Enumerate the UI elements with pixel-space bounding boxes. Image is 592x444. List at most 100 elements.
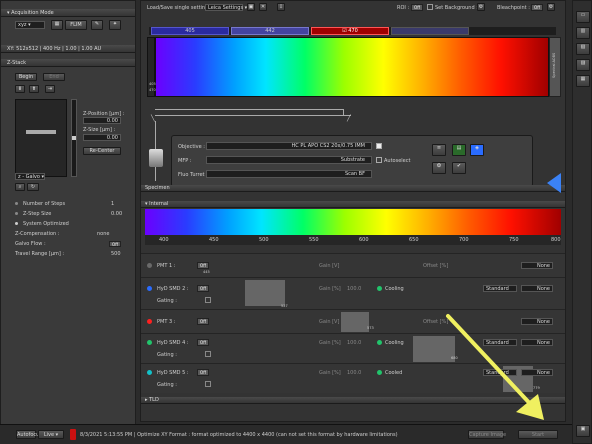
detector-indicator: [147, 319, 152, 324]
tick-650: 650: [409, 237, 419, 243]
tool-icon-3[interactable]: ▧: [576, 43, 590, 55]
acquisition-mode-header[interactable]: ▾ Acquisition Mode: [1, 9, 135, 17]
capture-image-button[interactable]: Capture Image: [468, 430, 506, 439]
z-slider-handle[interactable]: [72, 136, 76, 140]
detector-toggle[interactable]: Off: [197, 369, 209, 376]
detector-name: PMT 1 :: [157, 263, 176, 269]
star-icon[interactable]: ✦: [109, 20, 121, 30]
bleach-settings-icon[interactable]: ⚙: [547, 3, 555, 11]
save-icon[interactable]: ▣: [247, 3, 255, 11]
cooling-status-icon: [377, 340, 382, 345]
radio-steps[interactable]: [15, 202, 18, 205]
detector-row-hyd2: HyD SMD 2 : Off Gating : Gain [%] 100.0 …: [141, 277, 565, 309]
zstack-header[interactable]: Z-Stack: [1, 59, 135, 67]
z-step-value[interactable]: 0.00: [111, 211, 122, 217]
delete-icon[interactable]: ✕: [259, 3, 267, 11]
tool-icon-1[interactable]: ▭: [576, 11, 590, 23]
gating-checkbox[interactable]: [205, 381, 211, 387]
detector-range-bar[interactable]: [245, 280, 285, 306]
laser-box-1[interactable]: 405: [151, 27, 229, 35]
refresh-icon[interactable]: ↻: [27, 183, 39, 191]
objective-checkbox[interactable]: [376, 143, 382, 149]
begin-button[interactable]: Begin: [15, 73, 37, 81]
transmitted-light-icon[interactable]: ≡: [432, 144, 446, 156]
search-icon[interactable]: ⌕: [15, 183, 25, 191]
z-slider[interactable]: [71, 99, 77, 177]
set-background-label: Set Background :: [435, 5, 478, 11]
arrow-up-icon[interactable]: ⬆: [29, 85, 39, 93]
load-save-label: Load/Save single setting :: [147, 5, 212, 11]
autoselect-checkbox[interactable]: [376, 157, 382, 163]
emission-spectrum[interactable]: [145, 209, 561, 235]
z-size-field[interactable]: 0.00: [83, 134, 121, 141]
fluorescence-icon[interactable]: ◈: [470, 144, 484, 156]
cooling-status-icon: [377, 370, 382, 375]
tool-icon-5[interactable]: ▦: [576, 75, 590, 87]
internal-header[interactable]: ▾ Internal: [141, 201, 565, 208]
mfp-select[interactable]: Substrate: [206, 156, 372, 164]
mode-select[interactable]: Standard: [483, 285, 517, 292]
gating-checkbox[interactable]: [205, 297, 211, 303]
system-optimized-label: System Optimized: [23, 221, 69, 227]
bleachpoint-toggle[interactable]: Off: [531, 4, 543, 11]
laser-box-4[interactable]: [391, 27, 469, 35]
recenter-button[interactable]: Re-Center: [83, 147, 121, 155]
pseudo-color-select[interactable]: None: [521, 285, 553, 292]
autofocus-button[interactable]: Autofocus: [16, 430, 42, 439]
grid-icon[interactable]: ▦: [51, 20, 63, 30]
step-icon[interactable]: ⇥: [45, 85, 55, 93]
z-compensation-value[interactable]: none: [97, 231, 109, 237]
laser-box-2[interactable]: 442: [231, 27, 309, 35]
gain-value[interactable]: 100.0: [347, 286, 361, 292]
cooling-status: Cooling: [385, 340, 404, 346]
pseudo-color-select[interactable]: None: [521, 262, 553, 269]
z-position-field[interactable]: 0.00: [83, 117, 121, 124]
fluo-turret-label: Fluo Turret :: [178, 172, 208, 178]
panel-collapse-icon[interactable]: [547, 173, 561, 193]
start-button[interactable]: Start: [518, 430, 558, 439]
detector-range-bar[interactable]: [341, 312, 369, 332]
radio-system-optimized[interactable]: [15, 222, 18, 225]
brush-icon[interactable]: ✎: [91, 20, 103, 30]
laser-box-3[interactable]: ☑ 470: [311, 27, 389, 35]
turret-icon[interactable]: ❂: [432, 162, 446, 174]
range-marker: 573: [367, 326, 374, 330]
tool-icon-2[interactable]: ▥: [576, 27, 590, 39]
status-message: 8/3/2021 5:13:55 PM | Optimize XY Format…: [80, 432, 398, 438]
tool-icon-bottom[interactable]: ▣: [576, 425, 590, 437]
tick-500: 500: [259, 237, 269, 243]
detector-toggle[interactable]: Off: [197, 262, 209, 269]
num-steps-value[interactable]: 1: [111, 201, 114, 207]
gating-checkbox[interactable]: [205, 351, 211, 357]
scan-mode-select[interactable]: xyz ▾: [15, 21, 45, 29]
flim-button[interactable]: FLIM: [65, 20, 87, 30]
roi-toggle[interactable]: Off: [411, 4, 423, 11]
galvo-flow-toggle[interactable]: Off: [109, 241, 121, 247]
mfp-label: MFP :: [178, 158, 192, 164]
objective-select[interactable]: HC PL APO CS2 20x/0.75 IMM: [206, 142, 372, 150]
detector-toggle[interactable]: Off: [197, 339, 209, 346]
setting-select[interactable]: Leica Settings ▾: [205, 4, 247, 11]
live-button[interactable]: Live ▾: [38, 430, 64, 439]
laser-spectrum[interactable]: [155, 37, 549, 97]
radio-step-size[interactable]: [15, 212, 18, 215]
arrow-down-icon[interactable]: ⬇: [15, 85, 25, 93]
set-bg-checkbox[interactable]: [427, 4, 433, 10]
fluo-turret-select[interactable]: Scan BF: [206, 170, 372, 178]
alert-icon: [70, 429, 76, 440]
spectral-aobs-button[interactable]: Spectral AOBS: [549, 37, 561, 97]
xy-summary-header[interactable]: XY: 512x512 | 400 Hz | 1.00 | 1.00 AU: [1, 45, 135, 53]
gain-value[interactable]: 100.0: [347, 370, 361, 376]
gain-value[interactable]: 100.0: [347, 340, 361, 346]
shield-check-icon[interactable]: ✔: [452, 162, 466, 174]
led-icon[interactable]: ▤: [452, 144, 466, 156]
z-step-label: Z-Step Size: [23, 211, 52, 217]
end-button[interactable]: End: [43, 73, 65, 81]
z-galvo-select[interactable]: z - Galvo ▾: [15, 173, 45, 180]
detector-toggle[interactable]: Off: [197, 285, 209, 292]
import-icon[interactable]: ⇩: [277, 3, 285, 11]
detector-toggle[interactable]: Off: [197, 318, 209, 325]
gain-label: Gain [%]: [319, 370, 341, 376]
settings-icon[interactable]: ⚙: [477, 3, 485, 11]
tool-icon-4[interactable]: ▨: [576, 59, 590, 71]
